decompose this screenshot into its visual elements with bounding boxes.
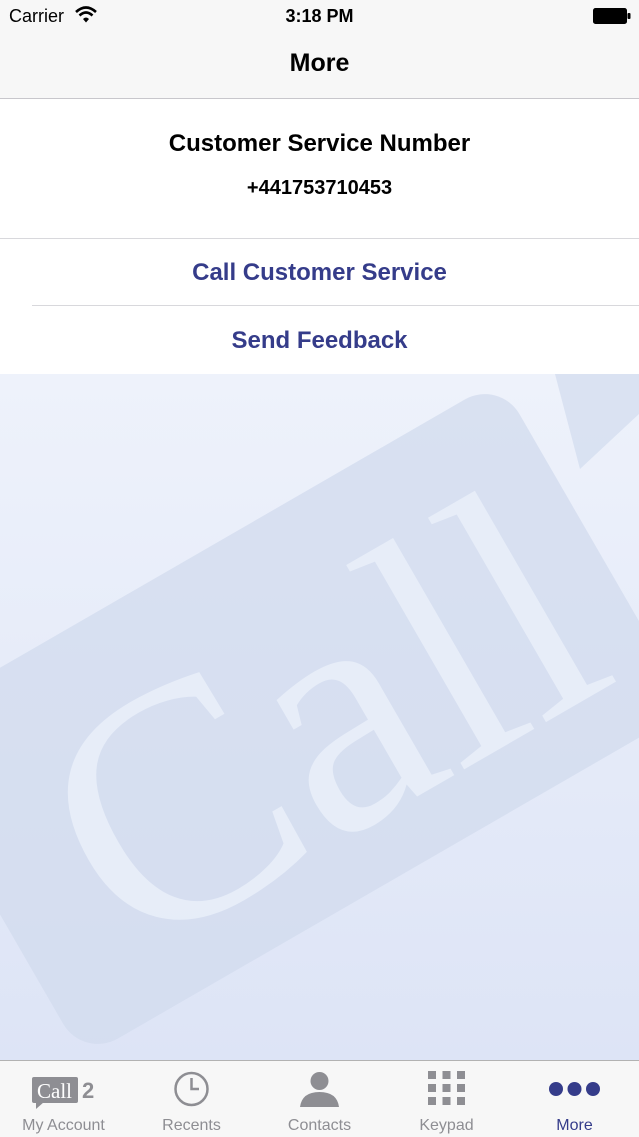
tab-bar: Call 2 My Account Recents Contacts Keypa… — [0, 1060, 639, 1137]
row-divider — [32, 305, 639, 306]
call-watermark-logo: Call — [0, 374, 639, 1044]
person-icon — [300, 1072, 339, 1107]
keypad-icon — [428, 1071, 465, 1105]
battery-icon — [593, 8, 631, 24]
call2-logo-number: 2 — [82, 1078, 94, 1103]
customer-service-info: Customer Service Number +441753710453 — [0, 99, 639, 239]
status-bar: Carrier 3:18 PM — [0, 0, 639, 34]
clock-icon — [174, 1071, 209, 1107]
customer-service-heading: Customer Service Number — [168, 130, 471, 157]
tab-my-account[interactable]: Call 2 My Account — [0, 1061, 127, 1137]
tab-keypad[interactable]: Keypad — [383, 1061, 510, 1137]
tab-label-recents: Recents — [162, 1117, 221, 1134]
tab-label-my-account: My Account — [22, 1117, 105, 1134]
tab-more[interactable]: More — [511, 1061, 638, 1137]
tab-contacts[interactable]: Contacts — [256, 1061, 383, 1137]
call2-logo-text: Call — [37, 1079, 72, 1103]
tab-recents[interactable]: Recents — [128, 1061, 255, 1137]
navigation-bar: More — [0, 34, 639, 99]
status-time: 3:18 PM — [285, 6, 354, 26]
background-area: Call — [0, 374, 639, 1060]
tab-label-more: More — [556, 1117, 593, 1134]
tab-label-contacts: Contacts — [287, 1117, 352, 1134]
call-customer-service-button[interactable]: Call Customer Service — [0, 239, 639, 306]
customer-service-number: +441753710453 — [246, 177, 393, 199]
tab-label-keypad: Keypad — [419, 1117, 474, 1134]
page-title: More — [289, 49, 350, 77]
send-feedback-button[interactable]: Send Feedback — [0, 307, 639, 375]
more-dots-icon — [549, 1082, 600, 1096]
call2-logo-icon: Call 2 — [32, 1077, 94, 1109]
